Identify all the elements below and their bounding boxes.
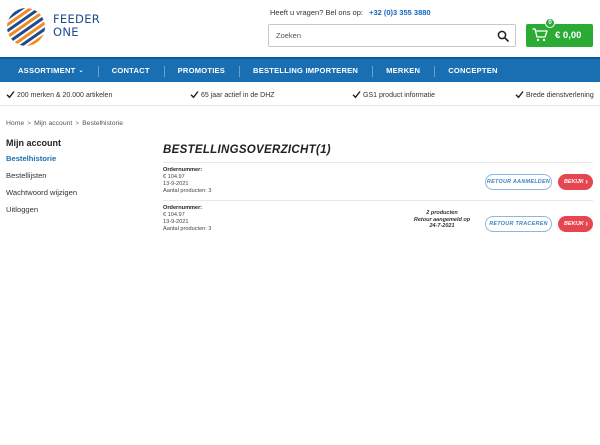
chevron-right-icon: >	[27, 120, 32, 127]
order-product-count: Aantal producten: 3	[163, 188, 212, 194]
breadcrumb-current: Bestelhistorie	[82, 120, 124, 127]
order-number-label: Ordernummer:	[163, 167, 203, 173]
brand-name[interactable]: FEEDER ONE	[53, 13, 100, 39]
feeder-one-logo-icon[interactable]	[6, 6, 46, 48]
usp-item: 65 jaar actief in de DHZ	[190, 90, 275, 99]
sidebar-title: Mijn account	[6, 138, 62, 148]
nav-item-contact[interactable]: CONTACT	[97, 59, 164, 82]
order-row: Ordernummer: € 104.97 13-9-2021 Aantal p…	[163, 205, 593, 239]
nav-item-label: PROMOTIES	[177, 66, 226, 75]
main-nav: ASSORTIMENT ⌄ CONTACT PROMOTIES BESTELLIN…	[0, 57, 600, 82]
return-register-button[interactable]: RETOUR AANMELDEN	[485, 174, 552, 190]
usp-text: 65 jaar actief in de DHZ	[201, 92, 275, 99]
sidebar-item-uitloggen[interactable]: Uitloggen	[6, 205, 146, 214]
nav-item-label: MERKEN	[386, 66, 421, 75]
chevron-down-icon: ⌄	[78, 68, 84, 74]
cart-button[interactable]: 0 € 0,00	[526, 18, 593, 47]
order-price: € 104.97	[163, 174, 185, 180]
cart-count-badge: 0	[545, 18, 555, 28]
order-product-count: Aantal producten: 3	[163, 226, 212, 232]
sidebar-item-bestelhistorie[interactable]: Bestelhistorie	[6, 154, 146, 163]
divider	[163, 162, 593, 163]
usp-bar: 200 merken & 20.000 artikelen 65 jaar ac…	[0, 85, 600, 106]
divider	[163, 200, 593, 201]
order-info: Ordernummer: € 104.97 13-9-2021 Aantal p…	[163, 205, 212, 233]
nav-item-promoties[interactable]: PROMOTIES	[163, 59, 239, 82]
order-price: € 104.97	[163, 212, 185, 218]
checkmark-icon	[515, 91, 524, 99]
nav-item-label: CONTACT	[111, 66, 150, 75]
usp-text: Brede dienstverlening	[526, 92, 594, 99]
usp-text: GS1 product informatie	[363, 92, 435, 99]
chevron-right-icon: ›	[585, 177, 588, 186]
checkmark-icon	[6, 91, 15, 99]
chevron-right-icon: ›	[585, 219, 588, 228]
checkmark-icon	[190, 91, 199, 99]
usp-text: 200 merken & 20.000 artikelen	[17, 92, 113, 99]
usp-item: 200 merken & 20.000 artikelen	[6, 90, 112, 99]
nav-item-label: BESTELLING IMPORTEREN	[253, 66, 359, 75]
page-title: BESTELLINGSOVERZICHT(1)	[163, 144, 331, 156]
cart-amount: € 0,00	[555, 30, 582, 41]
checkmark-icon	[352, 91, 361, 99]
chevron-right-icon: >	[75, 120, 80, 127]
contact-text: Heeft u vragen? Bel ons op:	[270, 8, 363, 17]
search-icon[interactable]	[497, 30, 509, 42]
order-number-label: Ordernummer:	[163, 205, 203, 211]
usp-item: GS1 product informatie	[352, 90, 435, 99]
nav-item-bestelling-importeren[interactable]: BESTELLING IMPORTEREN	[239, 59, 372, 82]
order-date: 13-9-2021	[163, 181, 189, 187]
breadcrumb-home[interactable]: Home	[6, 120, 24, 127]
usp-item: Brede dienstverlening	[515, 90, 594, 99]
breadcrumb: Home > Mijn account > Bestelhistorie	[6, 120, 123, 127]
order-row: Ordernummer: € 104.97 13-9-2021 Aantal p…	[163, 167, 593, 201]
view-order-button[interactable]: BEKIJK ›	[558, 216, 593, 232]
nav-item-concepten[interactable]: CONCEPTEN	[434, 59, 511, 82]
search-box	[268, 24, 516, 47]
brand-line-2: ONE	[53, 25, 79, 39]
header: FEEDER ONE Heeft u vragen? Bel ons op: +…	[0, 0, 600, 57]
view-order-label: BEKIJK	[564, 221, 584, 227]
shopping-cart-icon	[532, 28, 548, 42]
return-status-note: 2 producten Retour aangemeld op 24-7-202…	[411, 210, 473, 230]
search-input[interactable]	[269, 25, 489, 46]
breadcrumb-account[interactable]: Mijn account	[34, 120, 72, 127]
account-sidebar: Mijn account Bestelhistorie Bestellijste…	[6, 138, 146, 222]
view-order-label: BEKIJK	[564, 179, 584, 185]
contact-line: Heeft u vragen? Bel ons op: +32 (0)3 355…	[270, 8, 431, 17]
order-date: 13-9-2021	[163, 219, 189, 225]
return-note-line: 24-7-2021	[429, 223, 455, 229]
return-track-button[interactable]: RETOUR TRACEREN	[485, 216, 552, 232]
nav-item-assortiment[interactable]: ASSORTIMENT ⌄	[0, 59, 98, 82]
sidebar-item-wachtwoord-wijzigen[interactable]: Wachtwoord wijzigen	[6, 188, 146, 197]
nav-item-merken[interactable]: MERKEN	[372, 59, 434, 82]
order-info: Ordernummer: € 104.97 13-9-2021 Aantal p…	[163, 167, 212, 195]
view-order-button[interactable]: BEKIJK ›	[558, 174, 593, 190]
sidebar-item-bestellijsten[interactable]: Bestellijsten	[6, 171, 146, 180]
nav-item-label: ASSORTIMENT	[18, 66, 76, 75]
phone-link[interactable]: +32 (0)3 355 3880	[369, 8, 431, 17]
nav-item-label: CONCEPTEN	[448, 66, 498, 75]
